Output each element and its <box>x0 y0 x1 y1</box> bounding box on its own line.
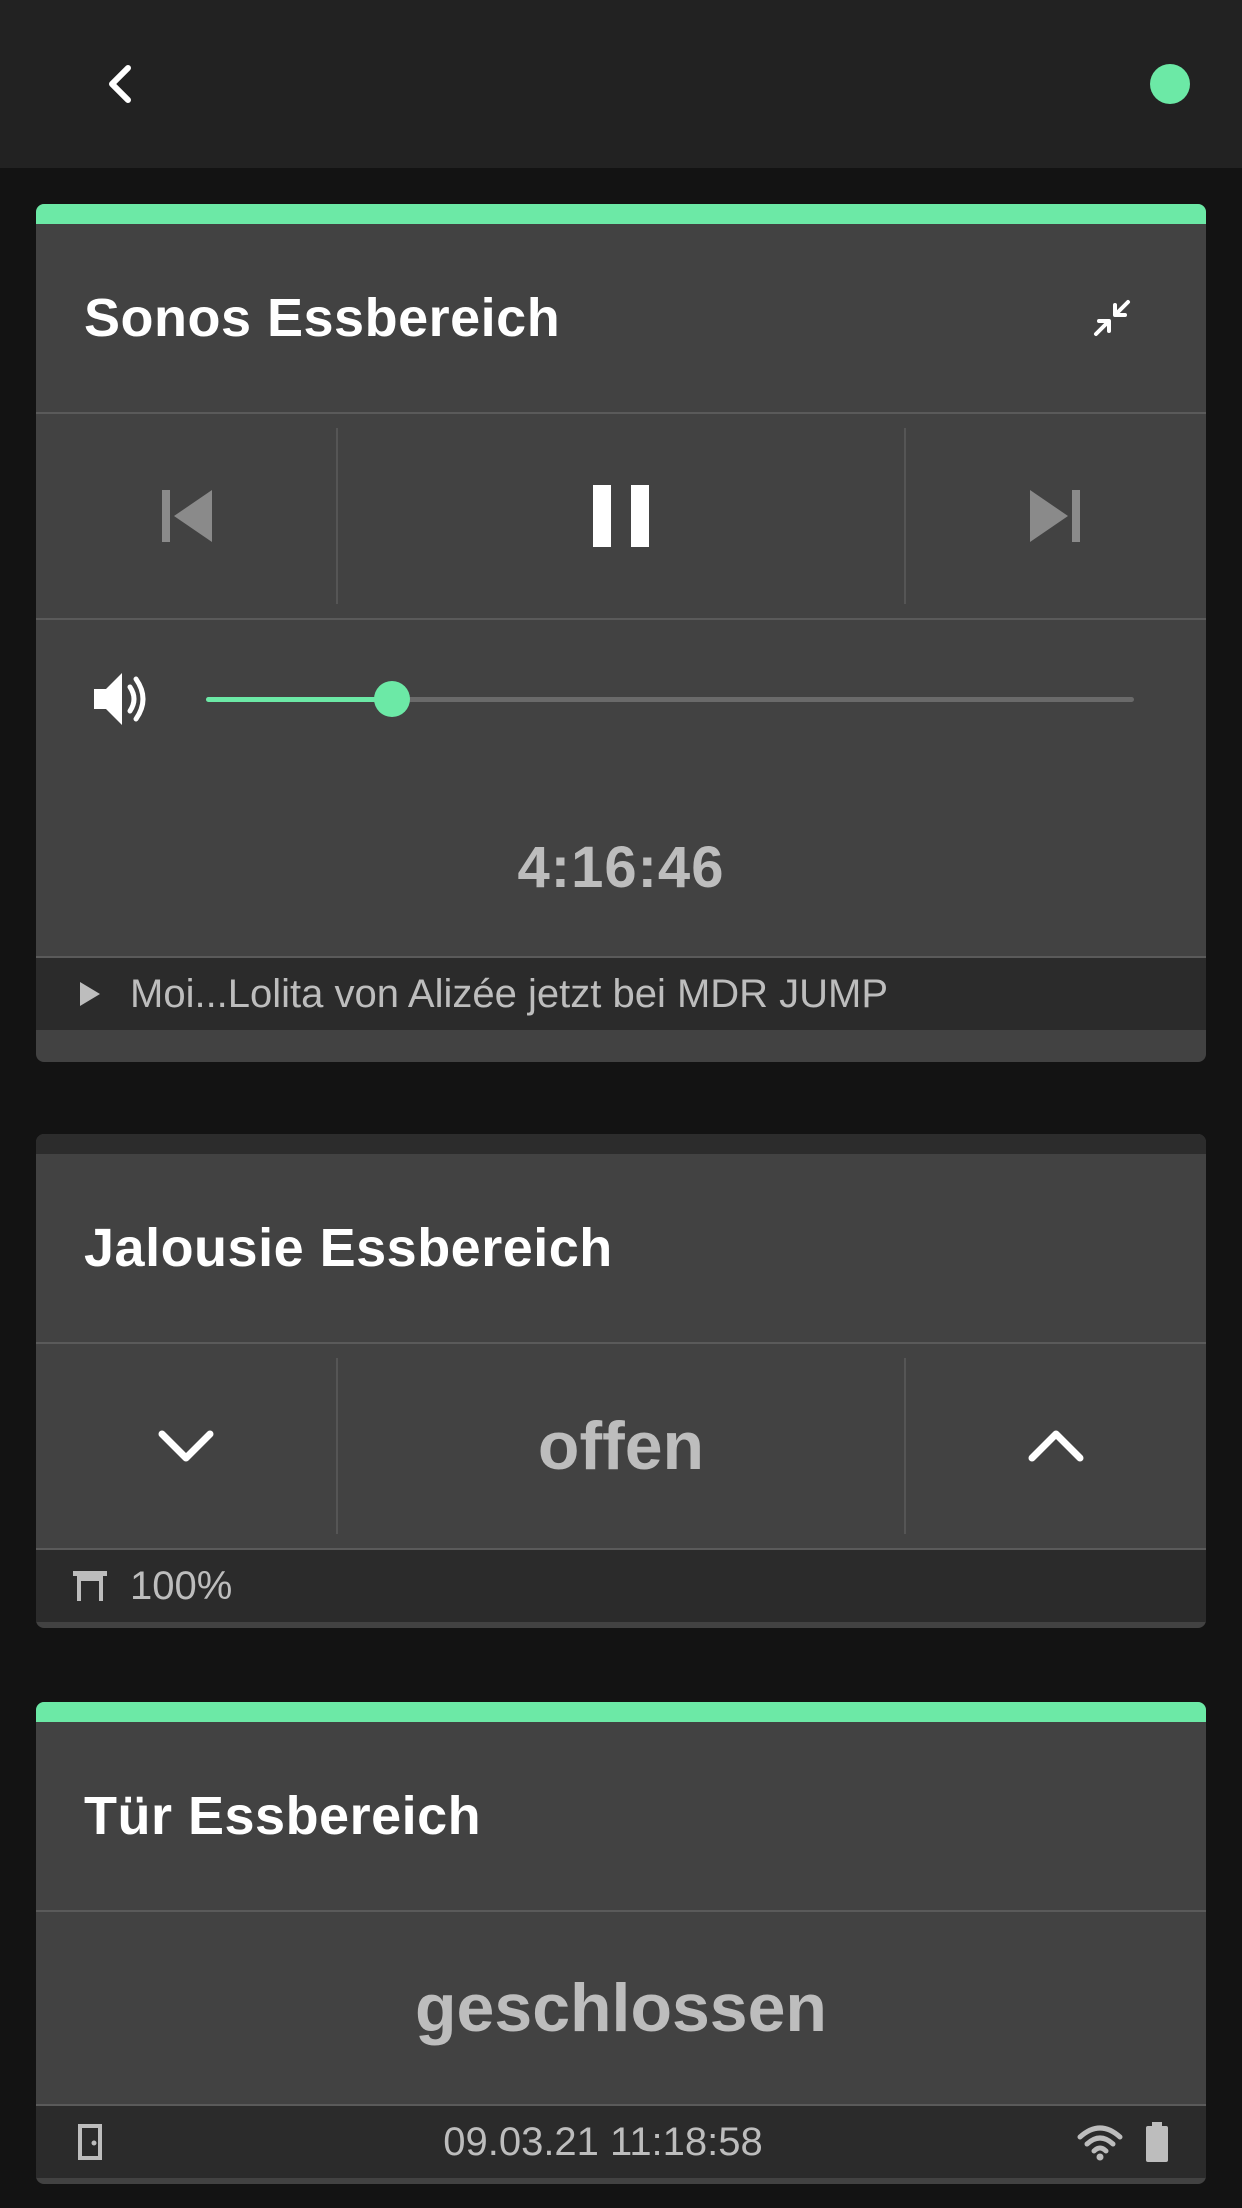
door-state-text: geschlossen <box>415 1970 827 2046</box>
card-title: Sonos Essbereich <box>84 288 561 348</box>
slider-fill <box>206 697 392 702</box>
door-state: geschlossen <box>36 1912 1206 2106</box>
play-pause-button[interactable] <box>336 428 906 604</box>
door-icon <box>78 2124 102 2160</box>
card-footer: 100% <box>36 1550 1206 1622</box>
card-header: Tür Essbereich <box>36 1722 1206 1912</box>
chevron-up-icon <box>1028 1430 1084 1462</box>
blind-state-text: offen <box>537 1408 705 1484</box>
volume-icon <box>94 673 146 725</box>
back-button[interactable] <box>96 60 144 108</box>
skip-previous-icon <box>162 490 212 542</box>
card-title: Tür Essbereich <box>84 1786 482 1846</box>
blind-position: 100% <box>130 1563 233 1608</box>
card-title: Jalousie Essbereich <box>84 1218 613 1278</box>
card-accent-bar <box>36 1134 1206 1154</box>
door-card: Tür Essbereich geschlossen 09.03.21 11:1… <box>36 1702 1206 2184</box>
sensor-status-icons <box>1076 2121 1170 2163</box>
playback-time: 4:16:46 <box>36 778 1206 958</box>
blind-controls: offen <box>36 1344 1206 1550</box>
chevron-left-icon <box>109 65 131 103</box>
card-footer: Moi...Lolita von Alizée jetzt bei MDR JU… <box>36 958 1206 1030</box>
collapse-button[interactable] <box>1082 288 1142 348</box>
blind-down-button[interactable] <box>36 1344 336 1548</box>
skip-next-icon <box>1030 490 1080 542</box>
battery-icon <box>1146 2122 1168 2162</box>
chevron-down-icon <box>158 1430 214 1462</box>
pause-icon <box>593 485 649 547</box>
blind-icon <box>73 1571 107 1601</box>
connection-status-dot <box>1150 64 1190 104</box>
time-value: 4:16:46 <box>517 834 725 900</box>
top-app-bar <box>0 0 1242 168</box>
collapse-icon <box>1094 300 1130 336</box>
blind-up-button[interactable] <box>906 1344 1206 1548</box>
play-icon <box>80 982 100 1006</box>
blind-icon-wrap <box>72 1568 108 1604</box>
playback-controls <box>36 414 1206 620</box>
volume-button[interactable] <box>90 667 154 731</box>
play-indicator <box>72 976 108 1012</box>
wifi-icon <box>1077 2125 1123 2161</box>
door-icon-wrap <box>72 2124 108 2160</box>
card-header: Sonos Essbereich <box>36 224 1206 414</box>
next-button[interactable] <box>906 414 1206 618</box>
card-footer: 09.03.21 11:18:58 <box>36 2106 1206 2178</box>
card-header: Jalousie Essbereich <box>36 1154 1206 1344</box>
blind-card: Jalousie Essbereich offen 100% <box>36 1134 1206 1628</box>
previous-button[interactable] <box>36 414 336 618</box>
volume-row <box>36 620 1206 778</box>
sonos-card: Sonos Essbereich 4:16:46 Moi...Lolita vo… <box>36 204 1206 1062</box>
last-updated: 09.03.21 11:18:58 <box>443 2119 763 2164</box>
volume-slider[interactable] <box>206 679 1134 719</box>
blind-state: offen <box>336 1358 906 1534</box>
now-playing-text: Moi...Lolita von Alizée jetzt bei MDR JU… <box>130 971 889 1016</box>
card-accent-bar <box>36 1702 1206 1722</box>
card-accent-bar <box>36 204 1206 224</box>
slider-knob[interactable] <box>373 681 410 717</box>
